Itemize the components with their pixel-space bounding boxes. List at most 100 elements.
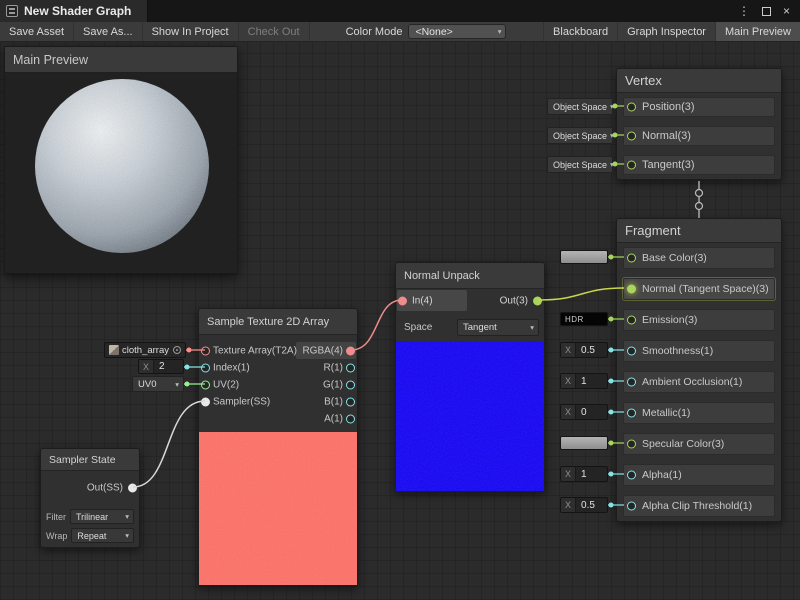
axis-label: X [561,405,576,419]
port-alpha-clip-threshold[interactable] [627,502,636,511]
port-emission[interactable] [627,316,636,325]
specular-color-swatch[interactable] [560,436,608,450]
fragment-row-base-color[interactable]: Base Color(3) [623,247,775,269]
window-title: New Shader Graph [24,4,131,18]
sample-node-ports: Texture Array(T2A) RGBA(4) Index(1) R(1)… [199,335,357,432]
shader-graph-icon [6,5,18,17]
maximize-icon[interactable] [762,7,771,16]
chevron-down-icon: ▾ [175,380,179,389]
fragment-row-normal[interactable]: Normal (Tangent Space)(3) [623,278,775,300]
fragment-node[interactable]: Fragment Base Color(3) Normal (Tangent S… [616,218,782,522]
smoothness-float-field[interactable]: X 0.5 [560,342,608,358]
close-icon[interactable]: × [783,5,790,17]
chevron-down-icon: ▾ [125,531,129,540]
fragment-row-alpha[interactable]: Alpha(1) [623,464,775,486]
normal-unpack-preview [396,341,544,491]
port-sampler-input[interactable] [201,397,210,406]
port-a[interactable] [346,414,355,423]
fragment-row-metallic[interactable]: Metallic(1) [623,402,775,424]
preview-sphere [34,78,210,254]
port-position[interactable] [627,103,636,112]
toolbar-right-group: Blackboard Graph Inspector Main Preview [543,22,800,41]
color-mode-label: Color Mode [340,22,409,41]
object-picker-icon[interactable] [173,346,181,354]
sample-texture-2d-array-node[interactable]: Sample Texture 2D Array Texture Array(T2… [198,308,358,586]
sampler-state-header: Sampler State [41,449,139,471]
normal-unpack-header: Normal Unpack [396,263,544,289]
port-specular-color[interactable] [627,440,636,449]
port-rgba[interactable] [346,346,355,355]
fragment-row-smoothness[interactable]: Smoothness(1) [623,340,775,362]
vertex-node[interactable]: Vertex Position(3) Normal(3) Tangent(3) [616,68,782,180]
alpha-float-field[interactable]: X 1 [560,466,608,482]
port-metallic[interactable] [627,409,636,418]
blackboard-toggle[interactable]: Blackboard [543,22,617,41]
port-alpha[interactable] [627,471,636,480]
fragment-row-ambient-occlusion[interactable]: Ambient Occlusion(1) [623,371,775,393]
shader-graph-tab[interactable]: New Shader Graph [0,0,148,22]
fragment-row-emission[interactable]: Emission(3) [623,309,775,331]
main-preview-header[interactable]: Main Preview [5,47,237,73]
graph-inspector-toggle[interactable]: Graph Inspector [617,22,715,41]
port-r[interactable] [346,363,355,372]
tangent-space-dropdown[interactable]: Object Space▾ [547,156,613,173]
main-preview-panel[interactable]: Main Preview [4,46,238,274]
uv-channel-dropdown[interactable]: UV0 ▾ [132,376,184,392]
port-index[interactable] [201,363,210,372]
port-out[interactable] [533,297,542,306]
edge-out-to-normal[interactable] [538,288,624,300]
alpha-clip-float-field[interactable]: X 0.5 [560,497,608,513]
port-out-ss[interactable] [128,484,137,493]
emission-hdr-field[interactable]: HDR [560,312,608,326]
color-mode-value: <None> [415,26,452,38]
axis-label: X [561,467,576,481]
color-mode-dropdown[interactable]: <None> ▾ [408,24,506,39]
sampler-state-node[interactable]: Sampler State Out(SS) Filter Trilinear ▾… [40,448,140,548]
filter-dropdown[interactable]: Trilinear ▾ [70,509,134,524]
wrap-dropdown[interactable]: Repeat ▾ [71,528,134,543]
space-dropdown[interactable]: Tangent ▾ [457,319,539,336]
edge-samplerstate-to-sampler[interactable] [133,401,205,487]
chevron-down-icon: ▾ [498,27,502,36]
port-vertex-normal[interactable] [627,132,636,141]
save-asset-button[interactable]: Save Asset [0,22,74,41]
ambient-occlusion-float-field[interactable]: X 1 [560,373,608,389]
axis-label: X [561,498,576,512]
normal-unpack-node[interactable]: Normal Unpack In(4) Out(3) Space Tangent… [395,262,545,492]
port-ambient-occlusion[interactable] [627,378,636,387]
position-space-dropdown[interactable]: Object Space▾ [547,98,613,115]
graph-canvas[interactable]: Vertex Position(3) Normal(3) Tangent(3) … [0,42,800,600]
sample-node-texture-preview [199,432,357,585]
index-float-field[interactable]: X 2 [138,359,184,374]
chevron-down-icon: ▾ [125,512,129,521]
fragment-node-header: Fragment [617,219,781,243]
fragment-row-alpha-clip[interactable]: Alpha Clip Threshold(1) [623,495,775,517]
check-out-button: Check Out [239,22,310,41]
vertex-row-position[interactable]: Position(3) [623,97,775,117]
filter-row: Filter Trilinear ▾ [46,509,134,524]
show-in-project-button[interactable]: Show In Project [143,22,239,41]
vertex-row-normal[interactable]: Normal(3) [623,126,775,146]
menu-icon[interactable]: ⋮ [738,5,750,17]
cloth-array-object-field[interactable]: cloth_array [104,342,186,358]
port-texture-array[interactable] [201,346,210,355]
port-uv[interactable] [201,380,210,389]
fragment-row-specular-color[interactable]: Specular Color(3) [623,433,775,455]
sample-row-uv-g: UV(2) G(1) [199,376,357,393]
vertex-row-tangent[interactable]: Tangent(3) [623,155,775,175]
base-color-swatch[interactable] [560,250,608,264]
save-as-button[interactable]: Save As... [74,22,143,41]
port-g[interactable] [346,380,355,389]
chevron-down-icon: ▾ [610,131,614,140]
port-smoothness[interactable] [627,347,636,356]
port-base-color[interactable] [627,254,636,263]
metallic-float-field[interactable]: X 0 [560,404,608,420]
normal-space-dropdown[interactable]: Object Space▾ [547,127,613,144]
edge-vertex-to-fragment[interactable] [696,181,703,218]
axis-label: X [561,374,576,388]
main-preview-toggle[interactable]: Main Preview [715,22,800,41]
port-normal-tangent-space[interactable] [627,285,636,294]
port-b[interactable] [346,397,355,406]
port-in[interactable] [398,297,407,306]
port-tangent[interactable] [627,161,636,170]
